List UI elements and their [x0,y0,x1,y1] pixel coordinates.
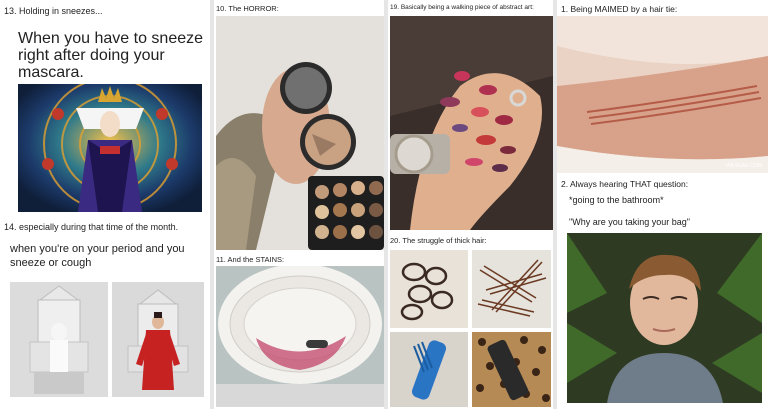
panel-2-question: 2. Always hearing THAT question: *going … [557,175,768,409]
swatches-hand-image [390,16,553,230]
panel-1-caption: 1. Being MAIMED by a hair tie: [561,4,678,14]
coffee-lid-image [216,266,384,407]
panel-10-caption: 10. The HORROR: [216,4,279,13]
panel-20-caption: 20. The struggle of thick hair: [390,236,487,245]
red-dress-image [112,282,204,397]
panel-19-caption: 19. Basically being a walking piece of a… [390,4,534,11]
white-throne-image [10,282,108,397]
panel-11-stains: 11. And the STAINS: [214,252,384,409]
panel-2-caption: 2. Always hearing THAT question: [561,179,689,189]
broken-makeup-image [216,16,384,250]
panel-2-line-2: "Why are you taking your bag" [569,217,690,227]
panel-14-period: 14. especially during that time of the m… [0,218,210,409]
hair-ties-image [390,250,468,328]
wrist-marks-image: VIA 9GAG.COM [557,16,768,173]
panel-13-sneezes: 13. Holding in sneezes... When you have … [0,0,210,218]
watermark-text: VIA 9GAG.COM [725,163,762,169]
panel-11-caption: 11. And the STAINS: [216,255,285,264]
panel-13-meme-text: When you have to sneeze right after doin… [18,30,204,81]
panel-13-caption: 13. Holding in sneezes... [4,6,103,16]
panel-1-maimed: 1. Being MAIMED by a hair tie: VIA 9GAG.… [557,0,768,175]
panel-14-caption: 14. especially during that time of the m… [4,222,179,232]
bobby-pins-image [472,250,551,328]
panel-20-thick-hair: 20. The struggle of thick hair: [388,232,553,409]
leopard-brush-image [472,332,551,407]
broken-comb-image [390,332,468,407]
evil-queen-image [18,84,202,212]
panel-2-line-1: *going to the bathroom* [569,195,664,205]
eye-roll-image [567,233,762,403]
panel-10-horror: 10. The HORROR: [214,0,384,252]
panel-19-abstract-art: 19. Basically being a walking piece of a… [388,0,553,232]
panel-14-meme-text: when you're on your period and you sneez… [10,243,185,269]
